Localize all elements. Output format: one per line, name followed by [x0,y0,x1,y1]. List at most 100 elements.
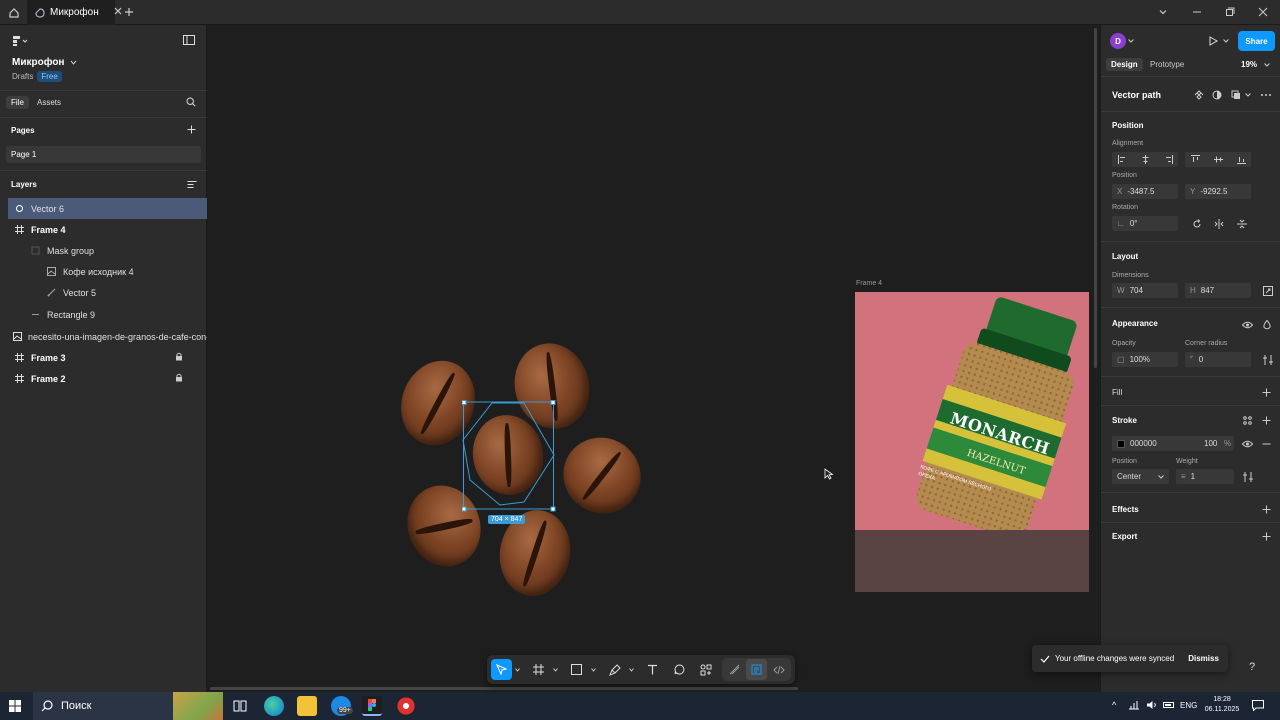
layer-rectangle-9[interactable]: Rectangle 9 [0,304,207,325]
text-tool-button[interactable] [642,659,663,680]
windows-start-icon[interactable] [9,700,21,712]
align-right-icon[interactable] [1164,155,1173,164]
file-explorer-icon[interactable] [297,696,317,716]
lock-icon[interactable] [175,373,183,382]
tab-assets[interactable]: Assets [37,98,61,107]
edge-app-icon[interactable] [264,696,284,716]
align-left-icon[interactable] [1118,155,1127,164]
eye-icon[interactable] [1240,436,1255,451]
layer-vector-6[interactable]: Vector 6 [8,198,207,219]
restore-icon[interactable] [1223,5,1237,19]
language-indicator[interactable]: ENG [1180,701,1197,710]
recording-app-icon[interactable] [396,696,416,716]
flip-horizontal-icon[interactable] [1211,216,1226,231]
more-options-icon[interactable] [1260,93,1272,97]
share-button[interactable]: Share [1238,31,1275,51]
independent-corners-icon[interactable] [1260,352,1275,367]
tray-chevron-icon[interactable]: ^ [1112,700,1116,710]
chevron-down-icon[interactable] [553,668,558,672]
layer-frame-3[interactable]: Frame 3 [0,347,207,368]
file-name-row[interactable]: Микрофон [12,57,77,68]
chevron-down-icon[interactable] [1264,63,1270,67]
frame-label[interactable]: Frame 4 [856,280,882,287]
align-center-horizontal-icon[interactable] [1141,155,1150,164]
align-middle-icon[interactable] [1214,155,1223,164]
draw-mode-button[interactable] [724,659,745,680]
add-fill-icon[interactable] [1259,385,1274,400]
layer-image-necesito[interactable]: necesito-una-imagen-de-granos-de-cafe-co… [0,326,207,347]
close-window-icon[interactable] [1256,5,1270,19]
taskbar-search[interactable]: Поиск [33,692,223,720]
chevron-down-icon[interactable] [1245,93,1251,97]
battery-icon[interactable] [1163,700,1175,710]
task-view-icon[interactable] [233,699,247,713]
remove-stroke-icon[interactable] [1259,436,1274,451]
flip-vertical-icon[interactable] [1234,216,1249,231]
tab-prototype[interactable]: Prototype [1150,60,1184,69]
add-export-icon[interactable] [1259,529,1274,544]
opacity-field[interactable]: ▢ 100% [1112,352,1178,367]
chevron-down-icon[interactable] [1156,5,1170,19]
layer-mask-group[interactable]: Mask group [0,240,207,261]
layers-filter-icon[interactable] [187,180,197,189]
stroke-position-select[interactable]: Center [1112,469,1169,484]
horizontal-scrollbar[interactable] [210,687,798,690]
toggle-sidebar-icon[interactable] [183,35,195,45]
rotation-field[interactable]: ∟ 0° [1112,216,1178,231]
stroke-weight-field[interactable]: ≡ 1 [1176,469,1234,484]
add-page-icon[interactable] [187,125,196,134]
chevron-down-icon[interactable] [1128,39,1134,43]
figma-app-icon[interactable] [362,696,382,716]
search-icon[interactable] [186,97,196,107]
notifications-icon[interactable] [1252,700,1264,711]
layer-vector-5[interactable]: Vector 5 [0,282,207,303]
width-field[interactable]: W 704 [1112,283,1178,298]
dismiss-button[interactable]: Dismiss [1188,654,1219,663]
new-tab-icon[interactable] [122,5,136,19]
add-stroke-icon[interactable] [1259,413,1274,428]
stroke-color-swatch[interactable] [1117,439,1125,448]
network-icon[interactable] [1128,700,1140,710]
resize-to-fit-icon[interactable] [1260,283,1275,298]
y-field[interactable]: Y -9292.5 [1185,184,1251,199]
play-icon[interactable] [1207,35,1219,47]
corner-radius-field[interactable]: ⌜ 0 [1185,352,1251,367]
volume-icon[interactable] [1146,700,1158,710]
tab-file[interactable]: File [6,96,29,109]
chevron-down-icon[interactable] [1223,39,1229,43]
frame-4-artboard[interactable]: MONARCH HAZELNUT КОФЕ С АРОМАТОМ ЛЕСНОГО… [855,292,1089,530]
clock[interactable]: 18:28 06.11.2025 [1202,695,1242,715]
align-top-icon[interactable] [1191,155,1200,164]
layer-frame-4[interactable]: Frame 4 [0,219,207,240]
align-bottom-icon[interactable] [1237,155,1246,164]
canvas[interactable]: 704 × 847 Frame 4 MONARCH HAZELNUT КОФЕ … [207,25,1100,692]
file-tab[interactable]: Микрофон [27,0,122,25]
dev-mode-button[interactable] [768,659,789,680]
component-icon[interactable] [1194,90,1204,100]
chevron-down-icon[interactable] [591,668,596,672]
comment-tool-button[interactable] [669,659,690,680]
zoom-level[interactable]: 19% [1241,60,1257,69]
drafts-label[interactable]: Drafts [12,72,33,81]
add-effect-icon[interactable] [1259,502,1274,517]
design-mode-button[interactable] [746,659,767,680]
layer-coffee-image[interactable]: Кофе исходник 4 [0,261,207,282]
boolean-icon[interactable] [1231,90,1241,100]
chevron-down-icon[interactable] [629,668,634,672]
vertical-scrollbar[interactable] [1094,28,1097,368]
styles-icon[interactable] [1240,413,1255,428]
help-button[interactable]: ? [1241,656,1263,678]
shape-tool-button[interactable] [566,659,587,680]
page-item[interactable]: Page 1 [6,146,201,163]
stroke-settings-icon[interactable] [1240,469,1255,484]
tab-design[interactable]: Design [1106,58,1143,71]
eye-icon[interactable] [1240,317,1255,332]
actions-tool-button[interactable] [695,659,716,680]
rotate-icon[interactable] [1189,216,1204,231]
frame-tool-button[interactable] [528,659,549,680]
height-field[interactable]: H 847 [1185,283,1251,298]
drop-icon[interactable] [1259,317,1274,332]
lock-icon[interactable] [175,352,183,361]
move-tool-button[interactable] [491,659,512,680]
stroke-color-field[interactable]: 000000 100 % [1112,436,1234,451]
